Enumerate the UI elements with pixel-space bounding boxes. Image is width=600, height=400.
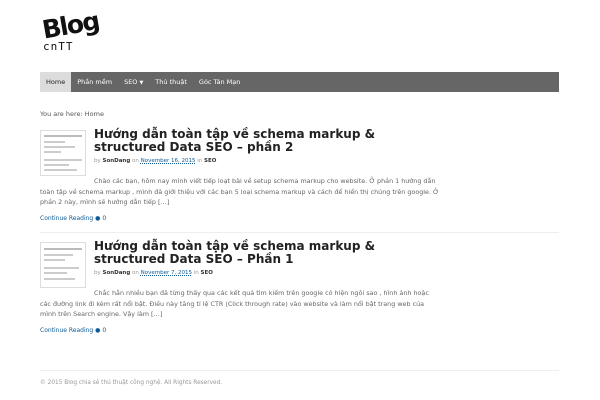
footer-divider — [40, 370, 559, 371]
comment-count[interactable]: 0 — [102, 215, 106, 222]
post-entry: Hướng dẫn toàn tập về schema markup & st… — [40, 240, 440, 340]
meta-in: in — [193, 270, 199, 276]
comment-count[interactable]: 0 — [102, 327, 106, 334]
post-date[interactable]: November 16, 2015 — [141, 158, 196, 164]
comment-bubble-icon[interactable]: ● — [95, 215, 100, 222]
nav-item-seo[interactable]: SEO ▼ — [118, 72, 149, 92]
logo-subtext: cnTT — [43, 40, 74, 53]
post-excerpt: Chắc hẳn nhiều bạn đã từng thấy qua các … — [40, 289, 429, 318]
meta-in: in — [197, 158, 203, 164]
chevron-down-icon: ▼ — [139, 80, 144, 86]
post-entry: Hướng dẫn toàn tập về schema markup & st… — [40, 128, 440, 228]
post-title[interactable]: Hướng dẫn toàn tập về schema markup & st… — [94, 128, 414, 154]
post-author[interactable]: SonDang — [103, 270, 131, 276]
meta-by: by — [94, 270, 101, 276]
post-thumbnail[interactable] — [40, 242, 86, 288]
nav-item-thu-thuat[interactable]: Thủ thuật — [149, 72, 193, 92]
continue-reading-label: Continue Reading — [40, 327, 94, 334]
meta-on: on — [132, 270, 139, 276]
post-thumbnail[interactable] — [40, 130, 86, 176]
breadcrumb: You are here: Home — [40, 110, 104, 118]
post-author[interactable]: SonDang — [103, 158, 131, 164]
continue-reading-link[interactable]: Continue Reading ● 0 — [40, 327, 106, 334]
post-meta: by SonDang on November 16, 2015 in SEO — [94, 158, 216, 164]
nav-item-goc-tan-man[interactable]: Góc Tán Mạn — [193, 72, 246, 92]
post-divider — [40, 232, 559, 233]
post-date[interactable]: November 7, 2015 — [141, 270, 192, 276]
continue-reading-label: Continue Reading — [40, 215, 94, 222]
post-meta: by SonDang on November 7, 2015 in SEO — [94, 270, 213, 276]
nav-item-phan-mem[interactable]: Phần mềm — [71, 72, 118, 92]
post-category[interactable]: SEO — [204, 158, 216, 164]
continue-reading-link[interactable]: Continue Reading ● 0 — [40, 215, 106, 222]
meta-on: on — [132, 158, 139, 164]
meta-by: by — [94, 158, 101, 164]
main-navigation: Home Phần mềm SEO ▼ Thủ thuật Góc Tán Mạn — [40, 72, 559, 92]
nav-item-seo-label: SEO — [124, 78, 138, 86]
logo-word: Blog — [40, 6, 101, 45]
comment-bubble-icon[interactable]: ● — [95, 327, 100, 334]
post-title[interactable]: Hướng dẫn toàn tập về schema markup & st… — [94, 240, 414, 266]
post-category[interactable]: SEO — [201, 270, 213, 276]
footer-copyright: © 2015 Blog chia sẻ thủ thuật công nghệ.… — [40, 380, 223, 386]
nav-item-home[interactable]: Home — [40, 72, 72, 92]
post-excerpt: Chào các bạn, hôm nay mình viết tiếp loạ… — [40, 177, 439, 206]
site-logo[interactable]: Blog cnTT — [40, 6, 101, 58]
